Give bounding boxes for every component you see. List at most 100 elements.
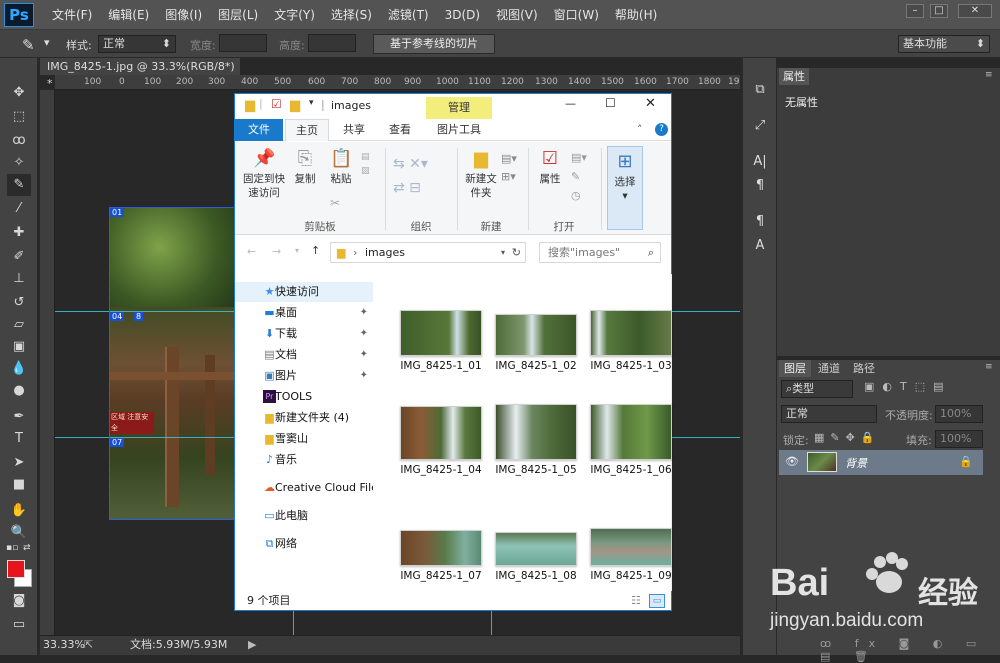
quick-mask-icon[interactable]: ◙ <box>7 590 31 612</box>
file-item[interactable]: IMG_8425-1_01 <box>393 310 489 372</box>
tab-share[interactable]: 共享 <box>333 119 375 141</box>
quick-select-tool-icon[interactable]: ✧ <box>7 152 31 174</box>
close-icon[interactable]: ✕ <box>958 4 992 18</box>
panel-menu-icon[interactable]: ≡ <box>985 362 993 372</box>
recent-dropdown-icon[interactable]: ▾ <box>295 246 299 255</box>
manage-context-tab[interactable]: 管理 <box>426 97 492 119</box>
move-tool-icon[interactable]: ✥ <box>7 82 31 104</box>
paragraph-styles-icon[interactable]: ¶ <box>750 212 770 232</box>
layer-filter-select[interactable]: ⌕类型 <box>781 380 853 398</box>
quick-access-dropdown-icon[interactable]: ▾ <box>309 98 314 108</box>
large-icons-view-icon[interactable]: ▭ <box>649 594 665 608</box>
nav-item-desktop[interactable]: ▬ 桌面 ✦ <box>235 303 373 323</box>
forward-icon[interactable]: → <box>272 245 281 258</box>
tab-view[interactable]: 查看 <box>379 119 421 141</box>
nav-item-pictures[interactable]: ▣ 图片 ✦ <box>235 366 373 386</box>
file-item[interactable]: IMG_8425-1_04 <box>393 406 489 476</box>
nav-item-xuedoushan[interactable]: ▆ 雪窦山 <box>235 429 373 449</box>
pin-icon[interactable]: ✦ <box>360 345 368 365</box>
file-item[interactable]: IMG_8425-1_08 <box>488 532 584 582</box>
up-icon[interactable]: ↑ <box>311 244 320 257</box>
menu-filter[interactable]: 滤镜(T) <box>380 0 437 30</box>
tab-paths[interactable]: 路径 <box>848 360 880 377</box>
paste-button[interactable]: 📋 粘贴 <box>325 148 357 186</box>
workspace-select[interactable]: 基本功能 ⬍ <box>898 35 990 53</box>
tab-picture-tools[interactable]: 图片工具 <box>426 119 492 141</box>
lock-icons[interactable]: ▦✎✥🔒 <box>814 431 881 444</box>
pin-icon[interactable]: ✦ <box>360 324 368 344</box>
close-icon[interactable]: ✕ <box>645 96 656 111</box>
search-input[interactable]: 搜索"images" ⌕ <box>539 242 661 263</box>
brush-tool-icon[interactable]: ✐ <box>7 246 31 268</box>
menu-select[interactable]: 选择(S) <box>323 0 380 30</box>
maximize-icon[interactable]: ☐ <box>605 96 616 110</box>
dodge-tool-icon[interactable]: ● <box>7 380 31 402</box>
height-field[interactable] <box>308 34 356 52</box>
swap-colors-icon[interactable]: ⇄ <box>23 543 31 553</box>
menu-type[interactable]: 文字(Y) <box>266 0 323 30</box>
tab-channels[interactable]: 通道 <box>813 360 845 377</box>
width-field[interactable] <box>219 34 267 52</box>
address-bar[interactable]: ▆ › images ▾ ↻ <box>330 242 526 263</box>
marquee-tool-icon[interactable]: ⬚ <box>7 106 31 128</box>
history-panel-icon[interactable]: ⧉ <box>750 80 770 100</box>
screen-mode-icon[interactable]: ▭ <box>7 614 31 636</box>
help-icon[interactable]: ? <box>655 123 668 136</box>
new-folder-icon[interactable]: ▆ <box>290 98 300 113</box>
character-styles-icon[interactable]: A <box>750 236 770 256</box>
eyedropper-tool-icon[interactable]: ⁄ <box>7 198 31 220</box>
properties-check-icon[interactable]: ☑ <box>271 97 282 111</box>
blur-tool-icon[interactable]: 💧 <box>7 358 31 380</box>
pin-icon[interactable]: ✦ <box>360 303 368 323</box>
nav-item-quick-access[interactable]: ★ 快速访问 <box>235 282 373 302</box>
opacity-field[interactable]: 100% <box>935 405 983 423</box>
menu-3d[interactable]: 3D(D) <box>437 0 488 30</box>
tool-presets-icon[interactable]: ⤢ <box>750 116 770 136</box>
collapse-ribbon-icon[interactable]: ˄ <box>637 123 643 136</box>
tab-home[interactable]: 主页 <box>285 119 329 141</box>
style-select[interactable]: 正常 ⬍ <box>98 35 176 53</box>
eraser-tool-icon[interactable]: ▱ <box>7 314 31 336</box>
play-icon[interactable]: ▶ <box>248 636 256 654</box>
organize-icons[interactable]: ⇆ ✕▾ ⇄ ⊟ <box>393 152 428 200</box>
menu-help[interactable]: 帮助(H) <box>607 0 665 30</box>
back-icon[interactable]: ← <box>247 245 256 258</box>
nav-item-new-folder-4[interactable]: ▆ 新建文件夹 (4) <box>235 408 373 428</box>
nav-item-music[interactable]: ♪ 音乐 <box>235 450 373 470</box>
file-item[interactable]: IMG_8425-1_09 <box>583 528 679 582</box>
pin-to-quick-access-button[interactable]: 📌 固定到快速访问 <box>239 148 289 200</box>
zoom-tool-icon[interactable]: 🔍 <box>7 522 31 544</box>
nav-item-downloads[interactable]: ⬇ 下载 ✦ <box>235 324 373 344</box>
pen-tool-icon[interactable]: ✒ <box>7 406 31 428</box>
nav-item-documents[interactable]: ▤ 文档 ✦ <box>235 345 373 365</box>
details-view-icon[interactable]: ☷ <box>631 591 641 611</box>
menu-layer[interactable]: 图层(L) <box>210 0 266 30</box>
guide-vertical[interactable] <box>491 610 492 635</box>
address-dropdown-icon[interactable]: ▾ <box>501 243 505 262</box>
nav-item-this-pc[interactable]: ▭ 此电脑 <box>235 506 373 526</box>
path-select-tool-icon[interactable]: ➤ <box>7 452 31 474</box>
slice-tool-icon[interactable]: ✎ <box>7 174 31 196</box>
layer-name[interactable]: 背景 <box>845 455 867 471</box>
cut-icon[interactable]: ✂ <box>330 196 340 210</box>
nav-item-creative-cloud[interactable]: ☁ Creative Cloud Files <box>235 478 373 498</box>
tool-preset-chevron-icon[interactable]: ▾ <box>44 36 50 49</box>
menu-file[interactable]: 文件(F) <box>44 0 100 30</box>
refresh-icon[interactable]: ↻ <box>512 243 521 262</box>
visibility-eye-icon[interactable]: 👁 <box>785 455 799 468</box>
shape-tool-icon[interactable]: ■ <box>7 474 31 496</box>
properties-tab[interactable]: 属性 <box>779 68 809 85</box>
menu-edit[interactable]: 编辑(E) <box>100 0 157 30</box>
menu-view[interactable]: 视图(V) <box>488 0 546 30</box>
export-icon[interactable]: ⇱ <box>84 636 93 654</box>
zoom-level[interactable]: 33.33% <box>43 636 85 654</box>
minimize-icon[interactable]: – <box>906 4 924 18</box>
gradient-tool-icon[interactable]: ▣ <box>7 336 31 358</box>
filter-icons[interactable]: ▣◐T⬚▤ <box>864 380 952 393</box>
file-item[interactable]: IMG_8425-1_05 <box>488 404 584 476</box>
foreground-color-swatch[interactable] <box>7 560 25 578</box>
slice-tool-icon[interactable]: ✎ <box>22 36 35 54</box>
file-item[interactable]: IMG_8425-1_07 <box>393 530 489 582</box>
file-item[interactable]: IMG_8425-1_06 <box>583 404 679 476</box>
blend-mode-select[interactable]: 正常 <box>781 405 877 423</box>
